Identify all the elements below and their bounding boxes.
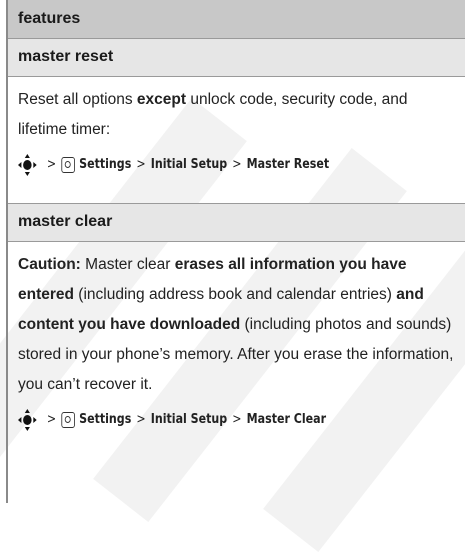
text-run: Reset all options	[18, 91, 137, 108]
path-separator: >	[46, 157, 57, 172]
text-run: Master clear	[80, 256, 175, 273]
section-title-master-clear: master clear	[8, 203, 465, 241]
section-title-text: master clear	[18, 213, 113, 230]
text-run: (including address book and calendar ent…	[74, 286, 397, 303]
table-header-title: features	[18, 10, 81, 27]
text-run-bold: Caution:	[18, 256, 81, 273]
features-table: features master reset Reset all options …	[6, 0, 465, 503]
text-run-bold: except	[136, 91, 187, 108]
path-item: Settings	[79, 157, 132, 172]
section-body-master-clear: Caution: Master clear erases all informa…	[8, 241, 465, 434]
path-item: Settings	[79, 412, 132, 427]
settings-icon	[61, 157, 75, 173]
path-item: Master Reset	[246, 157, 330, 172]
section-title-text: master reset	[18, 48, 114, 65]
navigation-key-icon	[18, 409, 37, 431]
navigation-key-icon	[18, 154, 37, 176]
menu-path: > Settings > Initial Setup > Master Clea…	[18, 406, 391, 434]
path-item: Master Clear	[246, 412, 327, 427]
description-paragraph: Reset all options except unlock code, se…	[18, 85, 457, 145]
path-separator: >	[136, 157, 146, 172]
section-title-master-reset: master reset	[8, 38, 465, 76]
description-paragraph: Caution: Master clear erases all informa…	[18, 250, 457, 400]
table-header: features	[8, 0, 465, 38]
menu-path: > Settings > Initial Setup > Master Rese…	[18, 151, 391, 179]
path-separator: >	[136, 412, 146, 427]
path-separator: >	[232, 412, 242, 427]
path-item: Initial Setup	[150, 412, 228, 427]
path-separator: >	[232, 157, 242, 172]
section-body-master-reset: Reset all options except unlock code, se…	[8, 76, 465, 203]
path-item: Initial Setup	[150, 157, 228, 172]
settings-icon	[61, 412, 75, 428]
path-separator: >	[46, 412, 57, 427]
